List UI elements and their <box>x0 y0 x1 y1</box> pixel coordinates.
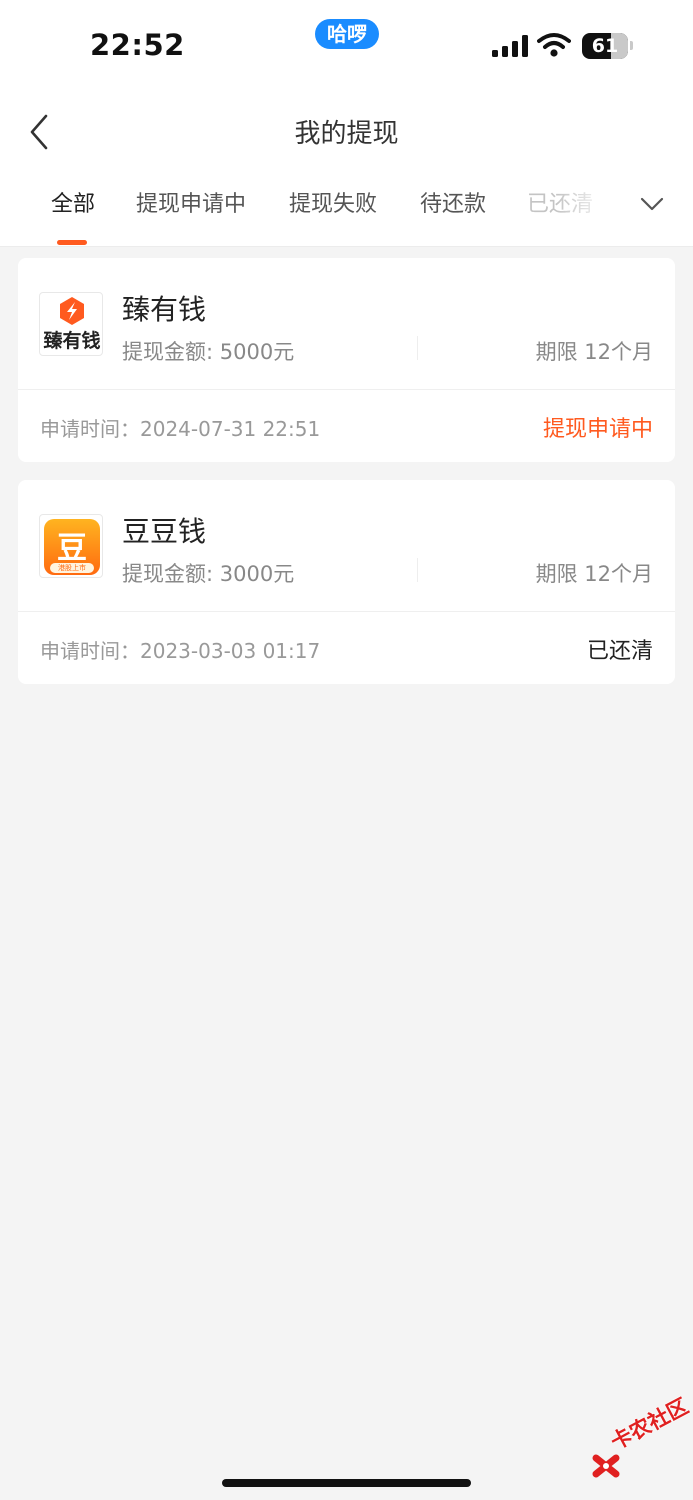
chevron-down-icon[interactable] <box>638 190 666 218</box>
tab-active-indicator <box>57 240 87 245</box>
lender-logo-text: 豆 <box>57 531 87 566</box>
tab-to-repay[interactable]: 待还款 <box>420 186 486 218</box>
wifi-icon <box>537 33 571 57</box>
loan-term: 期限 12个月 <box>535 562 653 586</box>
status-badge: 提现申请中 <box>542 417 653 442</box>
withdraw-amount: 提现金额: 3000元 <box>122 562 295 586</box>
signal-icon <box>492 35 528 57</box>
record-card[interactable]: 臻有钱 臻有钱 提现金额: 5000元 期限 12个月 申请时间：2024-07… <box>18 258 675 462</box>
apply-time: 申请时间：2023-03-03 01:17 <box>40 639 321 663</box>
divider <box>417 336 418 360</box>
tab-failed[interactable]: 提现失败 <box>289 186 377 218</box>
lender-name: 臻有钱 <box>122 293 207 326</box>
withdraw-amount: 提现金额: 5000元 <box>122 340 295 364</box>
apply-time: 申请时间：2024-07-31 22:51 <box>40 417 321 441</box>
home-indicator[interactable] <box>222 1479 471 1487</box>
loan-term: 期限 12个月 <box>535 340 653 364</box>
divider <box>417 558 418 582</box>
battery-cap <box>630 41 633 50</box>
tab-all[interactable]: 全部 <box>51 186 95 218</box>
lender-logo-text: 臻有钱 <box>43 330 101 352</box>
page-title: 我的提现 <box>294 119 399 149</box>
tab-applying[interactable]: 提现申请中 <box>136 186 246 218</box>
status-time: 22:52 <box>90 28 185 62</box>
divider <box>18 389 675 390</box>
app-pill[interactable]: 哈啰 <box>315 19 379 49</box>
battery-icon: 61 <box>582 33 628 59</box>
status-badge: 已还清 <box>586 639 653 664</box>
lender-logo-subtext: 港股上市 <box>50 563 94 573</box>
divider <box>18 611 675 612</box>
lender-logo: 臻有钱 <box>39 292 103 356</box>
battery-level: 61 <box>591 35 619 57</box>
lender-logo: 豆 港股上市 <box>39 514 103 578</box>
tab-fade-mask <box>556 176 616 226</box>
record-card[interactable]: 豆 港股上市 豆豆钱 提现金额: 3000元 期限 12个月 申请时间：2023… <box>18 480 675 684</box>
lender-name: 豆豆钱 <box>122 515 207 548</box>
